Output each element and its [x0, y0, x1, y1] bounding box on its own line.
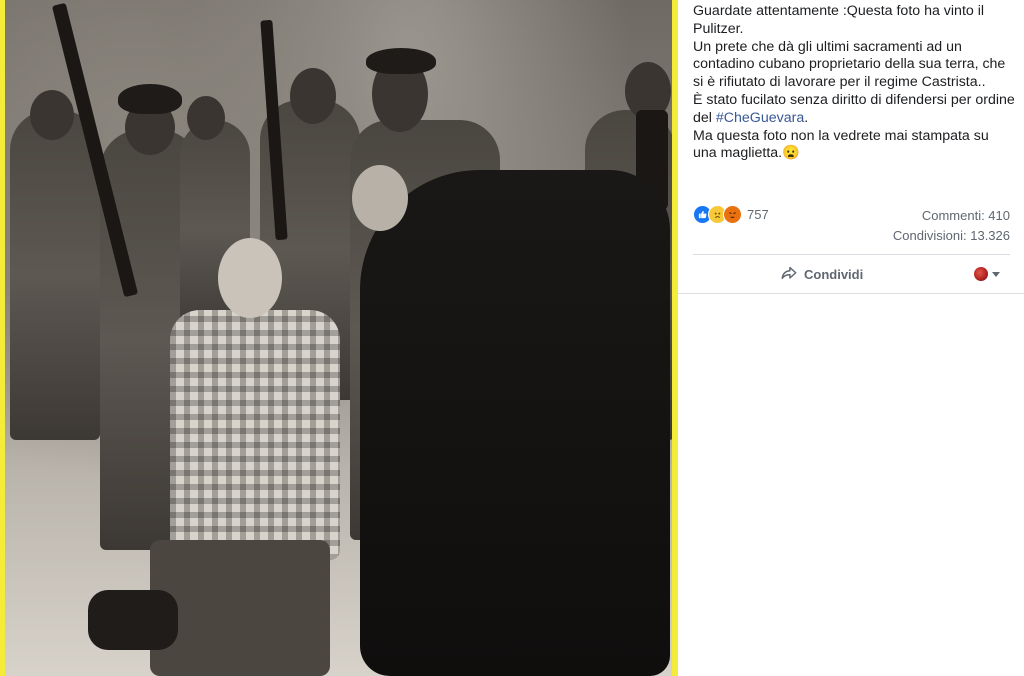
- photo-frame-left: [0, 0, 5, 676]
- audience-selector[interactable]: [974, 265, 1000, 283]
- reactions-count[interactable]: 757: [747, 207, 769, 222]
- photo-scene: [0, 0, 675, 676]
- post-stats: Commenti: 410 Condivisioni: 13.326: [893, 206, 1010, 246]
- soldier-head: [290, 68, 336, 124]
- kneeling-man-shirt: [170, 310, 340, 560]
- caption-line: Ma questa foto non la vedrete mai stampa…: [693, 128, 1015, 164]
- priest-figure: [360, 170, 670, 676]
- post-photo[interactable]: [0, 0, 678, 676]
- chevron-down-icon: [992, 271, 1000, 277]
- comments-count[interactable]: Commenti: 410: [893, 206, 1010, 226]
- soldier-beret: [118, 84, 182, 114]
- soldier-head: [187, 96, 225, 140]
- soldier-beret: [366, 48, 436, 74]
- share-icon: [780, 264, 798, 285]
- priest-head: [352, 165, 408, 231]
- soldier-head: [30, 90, 74, 140]
- caption-line: È stato fucilato senza diritto di difend…: [693, 92, 1015, 128]
- post-caption: Guardate attentamente :Questa foto ha vi…: [693, 3, 1015, 163]
- frown-emoji: 😦: [782, 145, 800, 162]
- caption-text: Ma questa foto non la vedrete mai stampa…: [693, 127, 989, 162]
- caption-line: Un prete che dà gli ultimi sacramenti ad…: [693, 38, 1006, 91]
- reactions-summary[interactable]: 757: [693, 204, 769, 224]
- caption-text: .: [804, 109, 809, 126]
- hashtag-link[interactable]: #CheGuevara: [716, 110, 804, 126]
- shares-count[interactable]: Condivisioni: 13.326: [893, 226, 1010, 246]
- soldier-figure: [10, 110, 100, 440]
- profile-avatar: [974, 267, 988, 281]
- angry-icon: [723, 204, 742, 224]
- divider: [678, 293, 1024, 294]
- divider: [693, 254, 1010, 255]
- share-button[interactable]: Condividi: [780, 262, 863, 286]
- kneeling-man-head: [218, 238, 282, 318]
- shoes: [88, 590, 178, 650]
- share-button-label: Condividi: [804, 266, 864, 282]
- post-sidebar: Guardate attentamente :Questa foto ha vi…: [678, 0, 1024, 676]
- caption-line: Guardate attentamente :Questa foto ha vi…: [693, 3, 985, 37]
